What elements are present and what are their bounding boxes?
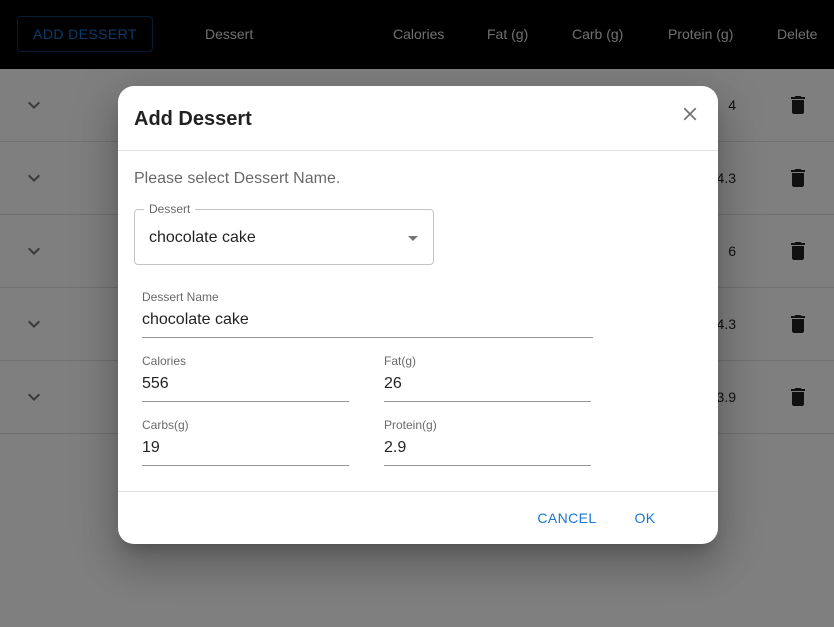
ok-button[interactable]: OK bbox=[626, 504, 664, 532]
dessert-select-value: chocolate cake bbox=[149, 229, 256, 246]
dialog-instruction: Please select Dessert Name. bbox=[134, 170, 341, 187]
add-dessert-dialog: Add Dessert Please select Dessert Name. … bbox=[118, 86, 718, 544]
carbs-input[interactable] bbox=[142, 439, 349, 457]
close-icon bbox=[683, 107, 697, 121]
dessert-name-field: Dessert Name bbox=[142, 290, 593, 338]
dessert-name-label: Dessert Name bbox=[142, 290, 219, 304]
dessert-select-label: Dessert bbox=[144, 202, 196, 216]
dialog-divider-bottom bbox=[118, 491, 718, 492]
fat-input[interactable] bbox=[384, 375, 591, 393]
calories-input[interactable] bbox=[142, 375, 349, 393]
protein-input[interactable] bbox=[384, 439, 591, 457]
calories-label: Calories bbox=[142, 354, 187, 368]
dessert-select[interactable]: Dessert chocolate cake bbox=[134, 202, 434, 265]
fat-field: Fat(g) bbox=[384, 354, 591, 402]
protein-label: Protein(g) bbox=[384, 418, 437, 432]
fat-label: Fat(g) bbox=[384, 354, 417, 368]
calories-field: Calories bbox=[142, 354, 349, 402]
dialog-divider-top bbox=[118, 150, 718, 151]
protein-field: Protein(g) bbox=[384, 418, 591, 466]
carbs-label: Carbs(g) bbox=[142, 418, 189, 432]
carbs-field: Carbs(g) bbox=[142, 418, 349, 466]
dialog-title: Add Dessert bbox=[134, 108, 252, 130]
cancel-button[interactable]: CANCEL bbox=[530, 504, 604, 532]
caret-down-icon bbox=[408, 236, 418, 241]
dessert-name-input[interactable] bbox=[142, 311, 593, 329]
close-button[interactable] bbox=[676, 100, 704, 128]
